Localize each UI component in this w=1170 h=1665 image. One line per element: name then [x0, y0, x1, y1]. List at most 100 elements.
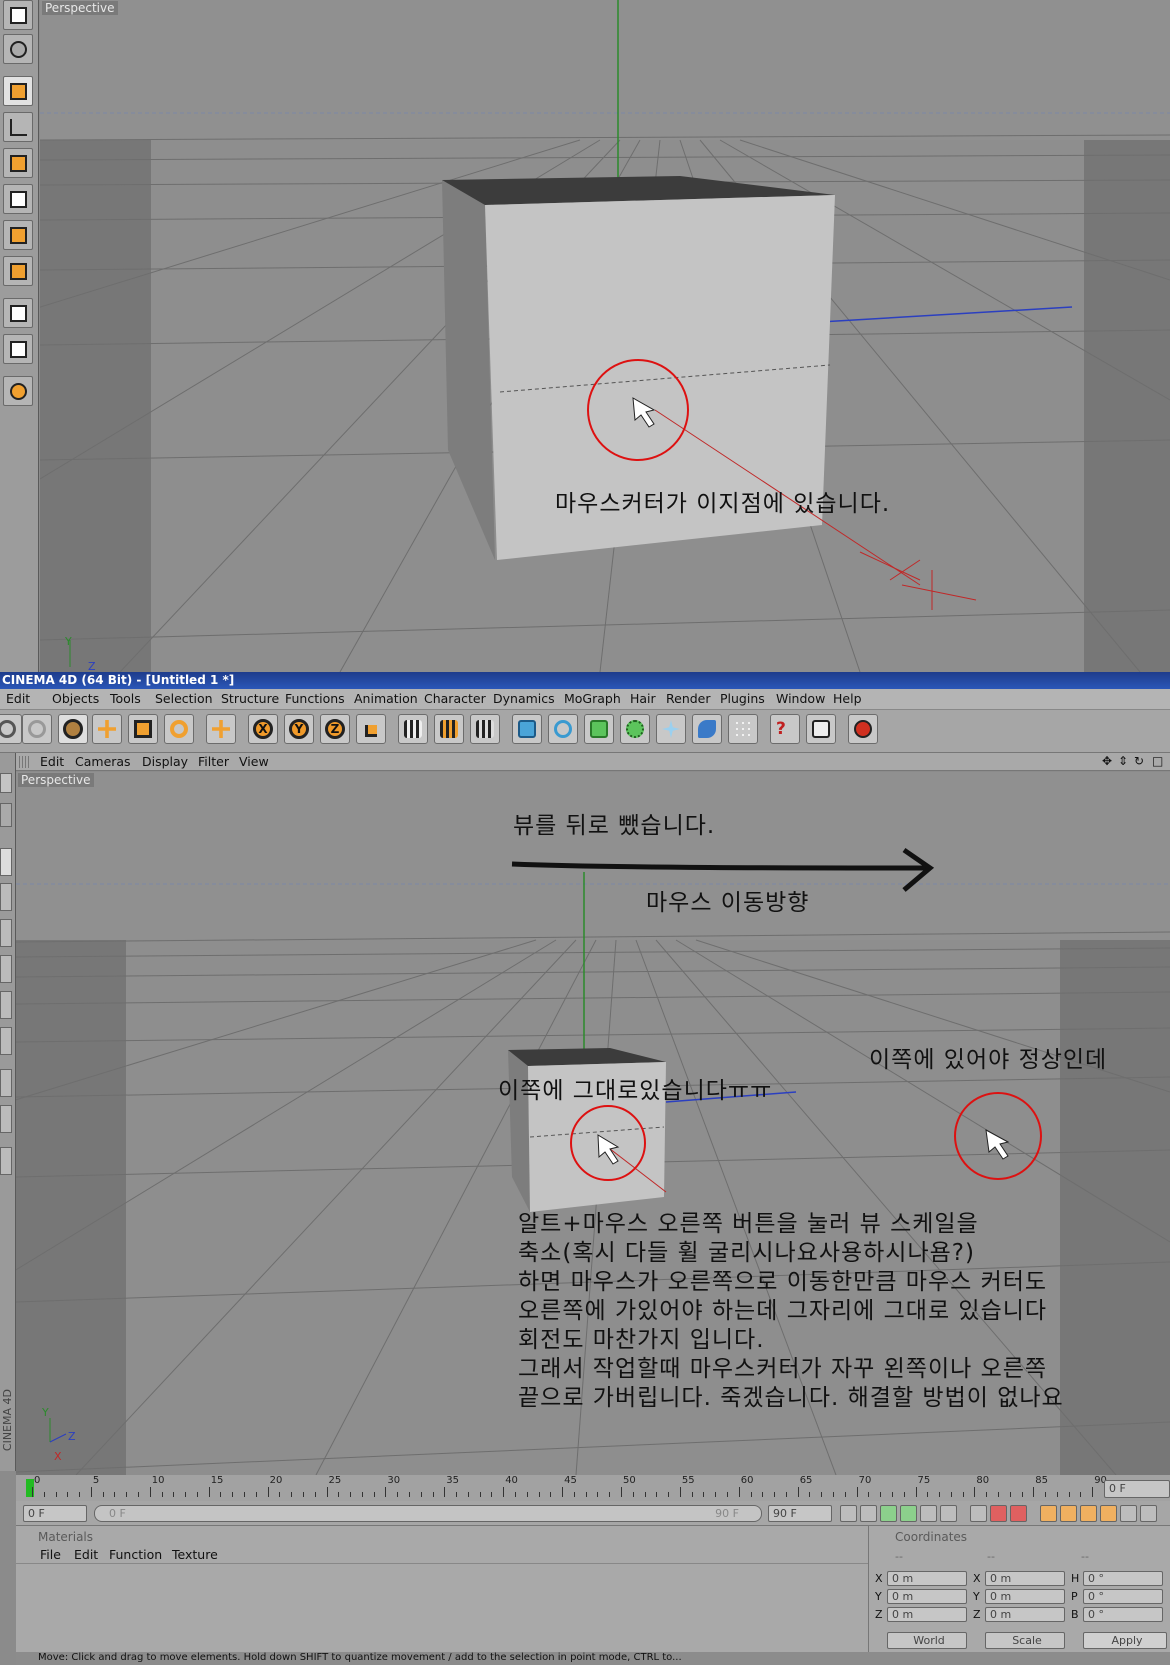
move-tool-icon[interactable]: [206, 714, 236, 744]
edges-mode-icon[interactable]: [3, 184, 33, 214]
help-cursor-icon[interactable]: ?: [770, 714, 800, 744]
menu-character[interactable]: Character: [424, 689, 486, 709]
spline-pen-icon[interactable]: [548, 714, 578, 744]
current-frame-field[interactable]: 0 F: [1104, 1480, 1170, 1498]
scene-icon[interactable]: [692, 714, 722, 744]
sculpt-icon-small[interactable]: [0, 1147, 12, 1175]
z-axis-lock-icon[interactable]: Z: [320, 714, 350, 744]
y-axis-lock-icon[interactable]: Y: [284, 714, 314, 744]
menu-dynamics[interactable]: Dynamics: [493, 689, 555, 709]
view-zoom-icon[interactable]: ⇕: [1118, 753, 1128, 770]
model-mode-icon[interactable]: [3, 34, 33, 64]
object-mode-icon-small[interactable]: [0, 848, 12, 876]
keyframe-help-icon[interactable]: [1010, 1505, 1027, 1522]
render-settings-icon[interactable]: [470, 714, 500, 744]
layout-icon[interactable]: [3, 0, 33, 30]
size-x-field[interactable]: 0 m: [985, 1571, 1065, 1586]
menu-selection[interactable]: Selection: [155, 689, 213, 709]
points-mode-icon-small[interactable]: [0, 919, 12, 947]
snap-icon-small[interactable]: [0, 1105, 12, 1133]
nurbs-icon[interactable]: [584, 714, 614, 744]
live-select-icon[interactable]: [58, 714, 88, 744]
rot-p-field[interactable]: 0 °: [1083, 1589, 1163, 1604]
render-view-icon[interactable]: [398, 714, 428, 744]
rotate-icon[interactable]: [164, 714, 194, 744]
next-frame-icon[interactable]: [920, 1505, 937, 1522]
materials-menu-texture[interactable]: Texture: [172, 1547, 218, 1562]
texture-mode-icon-small[interactable]: [0, 1027, 12, 1055]
view-menu-cameras[interactable]: Cameras: [75, 753, 131, 770]
apply-button[interactable]: Apply: [1083, 1632, 1167, 1649]
polygons-mode-icon-small[interactable]: [0, 991, 12, 1019]
pos-z-field[interactable]: 0 m: [887, 1607, 967, 1622]
view-menu-view[interactable]: View: [239, 753, 269, 770]
view-menu-filter[interactable]: Filter: [198, 753, 229, 770]
rot-h-field[interactable]: 0 °: [1083, 1571, 1163, 1586]
cube-icon[interactable]: [512, 714, 542, 744]
timeline-ruler[interactable]: 0 5 10 15 20 25 30 35 40 45 50 55 60 65 70 75 80 85 90 0 F: [16, 1475, 1170, 1501]
menu-render[interactable]: Render: [666, 689, 711, 709]
axis-mode-icon[interactable]: [3, 112, 33, 142]
rot-b-field[interactable]: 0 °: [1083, 1607, 1163, 1622]
materials-menu-file[interactable]: File: [40, 1547, 61, 1562]
pos-x-field[interactable]: 0 m: [887, 1571, 967, 1586]
key-parameter-icon[interactable]: [1100, 1505, 1117, 1522]
pos-y-field[interactable]: 0 m: [887, 1589, 967, 1604]
workplane-icon-small[interactable]: [0, 1069, 12, 1097]
menu-mograph[interactable]: MoGraph: [564, 689, 621, 709]
key-scale-icon[interactable]: [1060, 1505, 1077, 1522]
top-viewport[interactable]: Y Z Perspective 마우스커터가 이지점에 있습니다.: [40, 0, 1170, 672]
scale-dropdown[interactable]: Scale: [985, 1632, 1065, 1649]
scale-icon[interactable]: [128, 714, 158, 744]
size-z-field[interactable]: 0 m: [985, 1607, 1065, 1622]
redo-icon[interactable]: [22, 714, 52, 744]
texture-mode-icon[interactable]: [3, 256, 33, 286]
previous-frame-icon[interactable]: [860, 1505, 877, 1522]
polygons-mode-icon[interactable]: [3, 220, 33, 250]
key-pla-icon[interactable]: [1120, 1505, 1137, 1522]
materials-menu-edit[interactable]: Edit: [74, 1547, 98, 1562]
view-menu-edit[interactable]: Edit: [40, 753, 64, 770]
menu-window[interactable]: Window: [776, 689, 825, 709]
model-mode-icon-small[interactable]: [0, 803, 12, 827]
menu-structure[interactable]: Structure: [221, 689, 279, 709]
menu-plugins[interactable]: Plugins: [720, 689, 765, 709]
menu-animation[interactable]: Animation: [354, 689, 418, 709]
world-coordinates-icon[interactable]: [356, 714, 386, 744]
menu-edit[interactable]: Edit: [6, 689, 30, 709]
deformer-icon[interactable]: [656, 714, 686, 744]
menu-functions[interactable]: Functions: [285, 689, 345, 709]
menu-objects[interactable]: Objects: [52, 689, 99, 709]
key-rotation-icon[interactable]: [1080, 1505, 1097, 1522]
autokey-icon[interactable]: [990, 1505, 1007, 1522]
x-axis-lock-icon[interactable]: X: [248, 714, 278, 744]
axis-mode-icon-small[interactable]: [0, 883, 12, 911]
view-rotate-icon[interactable]: ↻: [1134, 753, 1144, 770]
object-mode-icon[interactable]: [3, 76, 33, 106]
points-mode-icon[interactable]: [3, 148, 33, 178]
sculpt-icon[interactable]: [3, 376, 33, 406]
undo-icon[interactable]: [0, 714, 22, 744]
go-to-end-icon[interactable]: [940, 1505, 957, 1522]
world-dropdown[interactable]: World: [887, 1632, 967, 1649]
play-forward-icon[interactable]: [900, 1505, 917, 1522]
start-frame-field[interactable]: 0 F: [23, 1505, 87, 1522]
move-icon[interactable]: [92, 714, 122, 744]
render-picture-viewer-icon[interactable]: [434, 714, 464, 744]
key-point-icon[interactable]: [1140, 1505, 1157, 1522]
particles-icon[interactable]: [728, 714, 758, 744]
bottom-viewport[interactable]: Y Z X Perspective 뷰를 뒤로 뺐습니다. 마우스 이동방향 이…: [16, 772, 1170, 1475]
key-position-icon[interactable]: [1040, 1505, 1057, 1522]
materials-menu-function[interactable]: Function: [109, 1547, 162, 1562]
go-to-start-icon[interactable]: [840, 1505, 857, 1522]
end-frame-field[interactable]: 90 F: [768, 1505, 832, 1522]
script-manager-icon[interactable]: [806, 714, 836, 744]
view-menu-display[interactable]: Display: [142, 753, 188, 770]
layout-icon[interactable]: [848, 714, 878, 744]
size-y-field[interactable]: 0 m: [985, 1589, 1065, 1604]
frame-range-slider[interactable]: 0 F 90 F: [94, 1505, 762, 1522]
play-backward-icon[interactable]: [880, 1505, 897, 1522]
array-icon[interactable]: [620, 714, 650, 744]
snap-icon[interactable]: [3, 334, 33, 364]
menu-tools[interactable]: Tools: [110, 689, 141, 709]
